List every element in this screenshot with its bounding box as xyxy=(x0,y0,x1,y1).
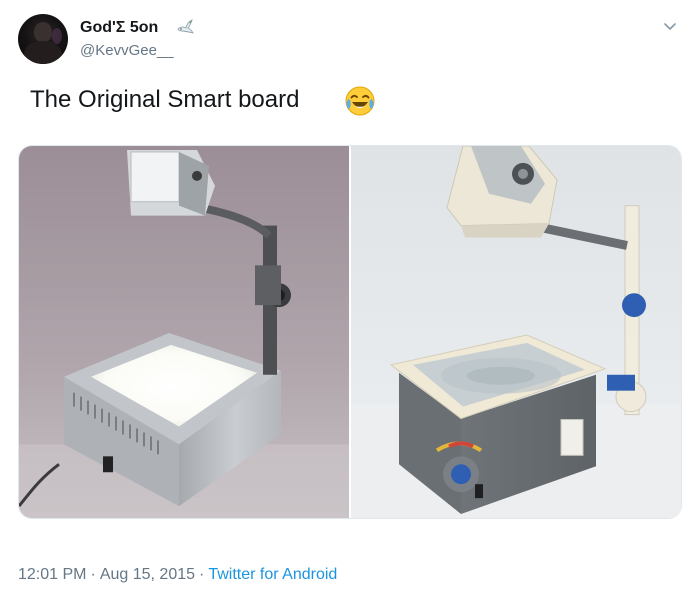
media-photo-left[interactable] xyxy=(19,146,349,518)
media-photo-right[interactable] xyxy=(351,146,681,518)
tweet-footer: 12:01 PM · Aug 15, 2015 · Twitter for Androi… xyxy=(18,566,337,584)
overhead-projector-photo-gray xyxy=(351,146,681,518)
footer-separator-2: · xyxy=(199,566,205,583)
tweet-media[interactable] xyxy=(18,145,682,519)
handle[interactable]: @KevvGee__ xyxy=(80,42,174,59)
face-with-tears-of-joy-icon xyxy=(345,86,375,116)
overhead-projector-photo-white xyxy=(19,146,349,518)
avatar-head xyxy=(34,22,52,42)
footer-separator: · xyxy=(90,566,96,583)
chevron-down-icon[interactable] xyxy=(662,18,678,34)
avatar[interactable] xyxy=(18,14,68,64)
avatar-body xyxy=(24,41,62,64)
dove-icon xyxy=(177,19,194,34)
tweet-date[interactable]: Aug 15, 2015 xyxy=(100,566,195,583)
tweet-time[interactable]: 12:01 PM xyxy=(18,566,86,583)
tweet-text: The Original Smart board xyxy=(30,86,300,113)
tweet-source-link[interactable]: Twitter for Android xyxy=(208,566,337,583)
avatar-glow xyxy=(52,28,62,44)
display-name[interactable]: God'Σ 5on xyxy=(80,19,158,37)
